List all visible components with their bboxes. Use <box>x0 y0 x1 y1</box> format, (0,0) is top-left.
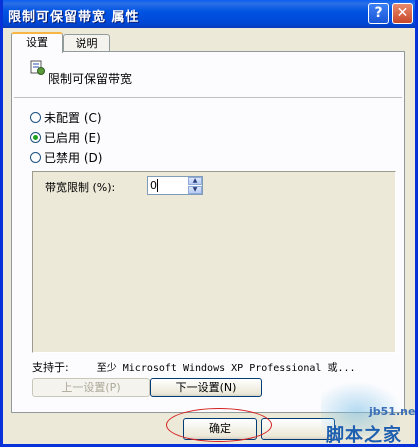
policy-setting-icon <box>30 60 45 75</box>
radio-label: 已禁用 (D) <box>44 151 103 165</box>
next-setting-button[interactable]: 下一设置(N) <box>150 378 262 397</box>
settings-panel: 限制可保留带宽 未配置 (C) 已启用 (E) 已禁用 (D) 带宽限制 (%)… <box>11 51 405 413</box>
bandwidth-limit-label: 带宽限制 (%): <box>45 181 116 194</box>
spinner-buttons: ▲ ▼ <box>188 177 202 194</box>
options-box: 带宽限制 (%): 0 ▲ ▼ <box>32 171 396 353</box>
title-bar: 限制可保留带宽 属性 ? ✕ <box>3 0 415 28</box>
supported-on: 支持于: 至少 Microsoft Windows XP Professiona… <box>32 359 356 375</box>
help-button[interactable]: ? <box>368 3 389 24</box>
policy-name: 限制可保留带宽 <box>48 72 133 86</box>
spin-up-icon[interactable]: ▲ <box>188 177 202 185</box>
supported-value: 至少 Microsoft Windows XP Professional 或..… <box>96 363 356 374</box>
divider <box>14 97 402 98</box>
window-title: 限制可保留带宽 属性 <box>8 10 140 25</box>
properties-dialog: 限制可保留带宽 属性 ? ✕ 设置 说明 限制可保留带宽 未配置 (C) 已启用… <box>0 0 418 447</box>
watermark-name: 脚本之家 <box>326 425 402 446</box>
watermark-site: jb51.net <box>369 405 418 418</box>
spin-down-icon[interactable]: ▼ <box>188 186 202 194</box>
radio-label: 已启用 (E) <box>44 131 101 145</box>
tab-settings[interactable]: 设置 <box>11 32 63 53</box>
bandwidth-value[interactable]: 0 <box>150 179 157 192</box>
tab-explain[interactable]: 说明 <box>63 34 110 52</box>
radio-button[interactable] <box>30 152 41 163</box>
previous-setting-button[interactable]: 上一设置(P) <box>32 378 150 397</box>
supported-label: 支持于: <box>32 361 69 374</box>
radio-button[interactable] <box>30 112 41 123</box>
bandwidth-spinner[interactable]: 0 ▲ ▼ <box>147 176 203 195</box>
text-caret <box>157 179 158 192</box>
radio-button[interactable] <box>30 132 41 143</box>
close-button[interactable]: ✕ <box>392 3 413 24</box>
radio-label: 未配置 (C) <box>44 111 102 125</box>
ok-button[interactable]: 确定 <box>183 418 257 440</box>
